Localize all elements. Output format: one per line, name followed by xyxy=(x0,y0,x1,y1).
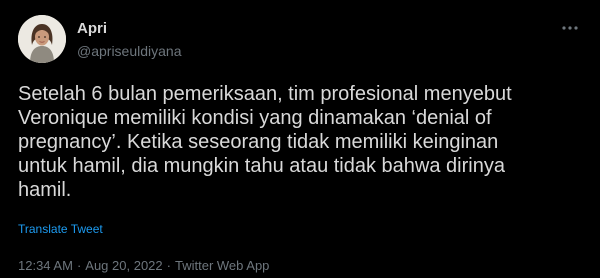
translate-tweet-link[interactable]: Translate Tweet xyxy=(18,222,103,236)
tweet-card: Apri @apriseuldiyana Setelah 6 bulan pem… xyxy=(0,0,600,278)
tweet-source[interactable]: Twitter Web App xyxy=(175,258,269,273)
more-options-button[interactable] xyxy=(560,18,580,38)
avatar[interactable] xyxy=(18,15,66,63)
user-handle[interactable]: @apriseuldiyana xyxy=(77,42,182,60)
tweet-time[interactable]: 12:34 AM xyxy=(18,258,73,273)
author-info: Apri @apriseuldiyana xyxy=(77,20,182,60)
person-portrait-icon xyxy=(18,15,66,63)
tweet-text: Setelah 6 bulan pemeriksaan, tim profesi… xyxy=(18,83,512,201)
meta-separator: · xyxy=(166,258,171,273)
tweet-metadata: 12:34 AM · Aug 20, 2022 · Twitter Web App xyxy=(18,258,269,274)
more-horizontal-icon xyxy=(562,26,578,30)
display-name[interactable]: Apri xyxy=(77,20,182,38)
meta-separator: · xyxy=(76,258,82,273)
tweet-date[interactable]: Aug 20, 2022 xyxy=(85,258,162,273)
